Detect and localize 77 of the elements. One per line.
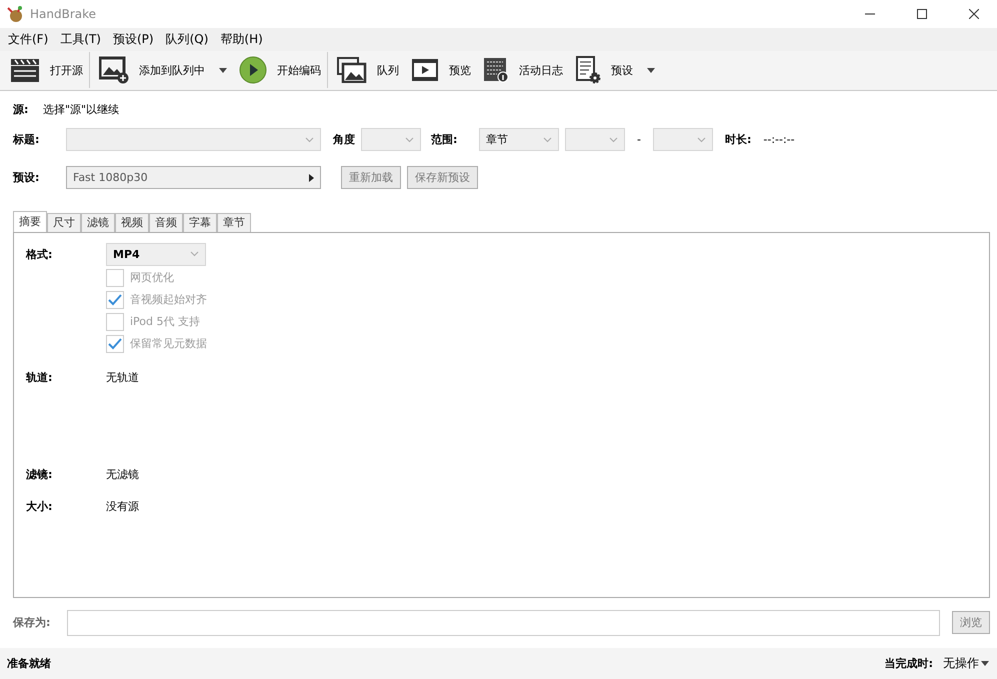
- toolbar-button[interactable]: 预设: [569, 52, 661, 88]
- chevron-down-icon: [696, 136, 706, 143]
- tab[interactable]: 滤镜: [81, 212, 115, 233]
- format-dropdown[interactable]: MP4: [106, 242, 206, 266]
- tab[interactable]: 摘要: [13, 210, 47, 233]
- clapperboard-icon: [10, 57, 40, 84]
- checkbox-label: 保留常见元数据: [130, 336, 207, 352]
- range-start-dropdown[interactable]: [565, 128, 625, 152]
- preset-selector[interactable]: Fast 1080p30: [66, 166, 321, 190]
- tab[interactable]: 尺寸: [47, 212, 81, 233]
- check-icon: [108, 294, 122, 306]
- filters-label: 滤镜:: [26, 466, 54, 483]
- when-done-label: 当完成时:: [884, 656, 933, 671]
- chevron-down-icon: [543, 136, 552, 143]
- chevron-down-icon: [190, 251, 199, 258]
- when-done-dropdown[interactable]: 无操作: [943, 654, 989, 672]
- source-label: 源:: [13, 102, 30, 118]
- check-icon: [108, 338, 122, 350]
- checkbox-label: iPod 5代 支持: [130, 314, 200, 330]
- caret-icon: [981, 660, 989, 666]
- chevron-down-icon: [609, 136, 618, 143]
- menu-item[interactable]: 帮助(H): [214, 30, 269, 48]
- toolbar-button[interactable]: 预览: [405, 52, 477, 88]
- arrow-right-icon: [309, 174, 314, 182]
- range-label: 范围:: [431, 132, 458, 148]
- checkbox-label: 音视频起始对齐: [130, 292, 207, 308]
- title-label: 标题:: [13, 132, 40, 148]
- toolbar-button[interactable]: 添加到队列中: [93, 52, 233, 88]
- tab[interactable]: 音频: [149, 212, 183, 233]
- menu-item[interactable]: 工具(T): [54, 30, 107, 48]
- menu-item[interactable]: 预设(P): [106, 30, 160, 48]
- source-value: 选择"源"以继续: [43, 102, 120, 118]
- film-icon: [411, 58, 439, 82]
- chevron-down-icon: [405, 136, 414, 143]
- checkbox-label: 网页优化: [130, 270, 174, 286]
- toolbar-button[interactable]: 活动日志: [477, 52, 569, 88]
- play-icon: [239, 56, 267, 84]
- range-dash: -: [637, 133, 641, 146]
- save-as-field[interactable]: [67, 610, 940, 636]
- range-end-dropdown[interactable]: [652, 128, 713, 152]
- menu-item[interactable]: 队列(Q): [160, 30, 214, 48]
- caret-icon: [647, 68, 655, 73]
- image-stack-icon: [337, 57, 367, 84]
- angle-label: 角度: [333, 132, 355, 148]
- size-value: 没有源: [106, 498, 140, 514]
- toolbar-button[interactable]: 队列: [331, 52, 405, 88]
- window-title: HandBrake: [30, 7, 98, 21]
- tab[interactable]: 视频: [115, 212, 149, 233]
- chevron-down-icon: [305, 136, 314, 143]
- log-icon: [483, 57, 509, 84]
- menu-item[interactable]: 文件(F): [2, 30, 54, 48]
- angle-dropdown[interactable]: [361, 128, 421, 152]
- toolbar-button[interactable]: 开始编码: [233, 52, 328, 88]
- duration-value: --:--:--: [763, 133, 795, 146]
- range-dropdown[interactable]: 章节: [479, 128, 559, 152]
- caret-icon: [219, 68, 227, 73]
- close-icon: [969, 9, 979, 19]
- save-as-label: 保存为:: [13, 615, 52, 630]
- tracks-value: 无轨道: [106, 370, 140, 386]
- format-label: 格式:: [26, 246, 54, 263]
- title-dropdown[interactable]: [66, 128, 321, 152]
- status-text: 准备就绪: [7, 656, 51, 671]
- size-label: 大小:: [26, 498, 54, 514]
- filters-value: 无滤镜: [106, 466, 140, 483]
- tab[interactable]: 章节: [217, 212, 251, 233]
- browse-button[interactable]: 浏览: [952, 611, 990, 634]
- app-logo-icon: [6, 5, 24, 23]
- tab[interactable]: 字幕: [183, 212, 217, 233]
- document-gear-icon: [575, 56, 601, 84]
- toolbar-button[interactable]: 打开源: [4, 52, 90, 88]
- add-image-icon: [99, 56, 129, 84]
- maximize-icon: [917, 9, 927, 19]
- reload-button[interactable]: 重新加载: [341, 166, 401, 190]
- duration-label: 时长:: [724, 132, 752, 148]
- save-preset-button[interactable]: 保存新预设: [407, 166, 478, 190]
- preset-label: 预设:: [13, 170, 40, 186]
- tracks-label: 轨道:: [26, 370, 54, 386]
